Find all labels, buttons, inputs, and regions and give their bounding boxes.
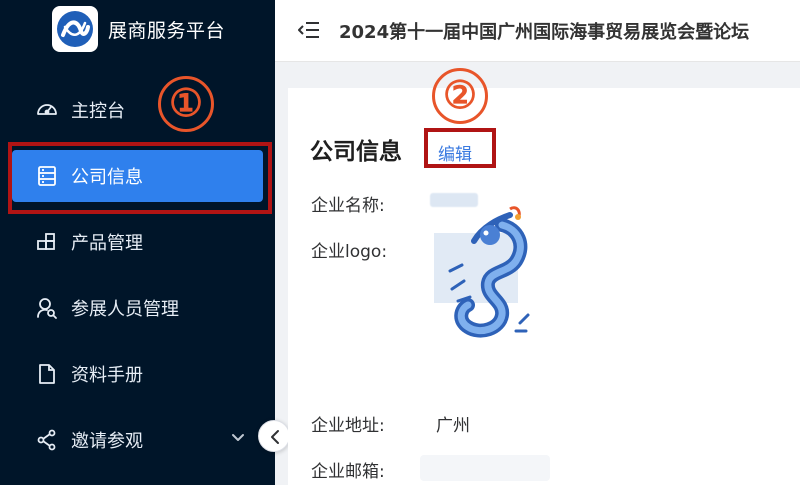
- chevron-left-icon: [271, 430, 279, 444]
- collapse-sidebar-button[interactable]: [258, 420, 290, 452]
- sidebar-item-dashboard[interactable]: 主控台: [0, 82, 275, 138]
- product-icon: [35, 230, 59, 254]
- sidebar-item-label: 主控台: [71, 101, 125, 122]
- company-address-value: 广州: [436, 416, 470, 436]
- sidebar-item-label: 参展人员管理: [71, 299, 179, 320]
- company-email-value: [420, 455, 550, 481]
- sidebar-item-products[interactable]: 产品管理: [0, 214, 275, 270]
- sidebar-item-label: 产品管理: [71, 233, 143, 254]
- chevron-down-icon[interactable]: [228, 428, 248, 448]
- dashboard-icon: [35, 98, 59, 122]
- user-search-icon: [35, 296, 59, 320]
- sidebar-item-label: 资料手册: [71, 365, 143, 386]
- sidebar-item-invite[interactable]: 邀请参观: [0, 412, 275, 468]
- company-logo-label: 企业logo:: [311, 242, 388, 262]
- company-address-label: 企业地址:: [311, 416, 385, 436]
- file-icon: [35, 362, 59, 386]
- company-email-label: 企业邮箱:: [311, 462, 385, 482]
- sidebar-item-manual[interactable]: 资料手册: [0, 346, 275, 402]
- annotation-box-step1: [8, 142, 272, 214]
- sidebar-item-exhibitors[interactable]: 参展人员管理: [0, 280, 275, 336]
- annotation-step2: ②: [432, 68, 488, 124]
- annotation-step1: ①: [158, 76, 214, 132]
- sidebar-item-label: 邀请参观: [71, 431, 143, 452]
- company-logo-image: [430, 205, 532, 345]
- brand-title: 展商服务平台: [108, 20, 226, 42]
- brand[interactable]: 展商服务平台: [0, 0, 275, 62]
- section-title: 公司信息: [310, 139, 402, 165]
- menu-fold-icon[interactable]: [298, 20, 320, 40]
- brand-logo: [52, 6, 98, 52]
- sidebar: 展商服务平台 主控台 公司信息 产品管理 参展人员管理 资料手册 邀请参观: [0, 0, 275, 485]
- share-icon: [35, 428, 59, 452]
- company-name-label: 企业名称:: [311, 196, 385, 216]
- page-title: 2024第十一届中国广州国际海事贸易展览会暨论坛: [339, 22, 750, 43]
- top-header: 2024第十一届中国广州国际海事贸易展览会暨论坛: [275, 0, 800, 62]
- annotation-box-step2: [424, 128, 496, 168]
